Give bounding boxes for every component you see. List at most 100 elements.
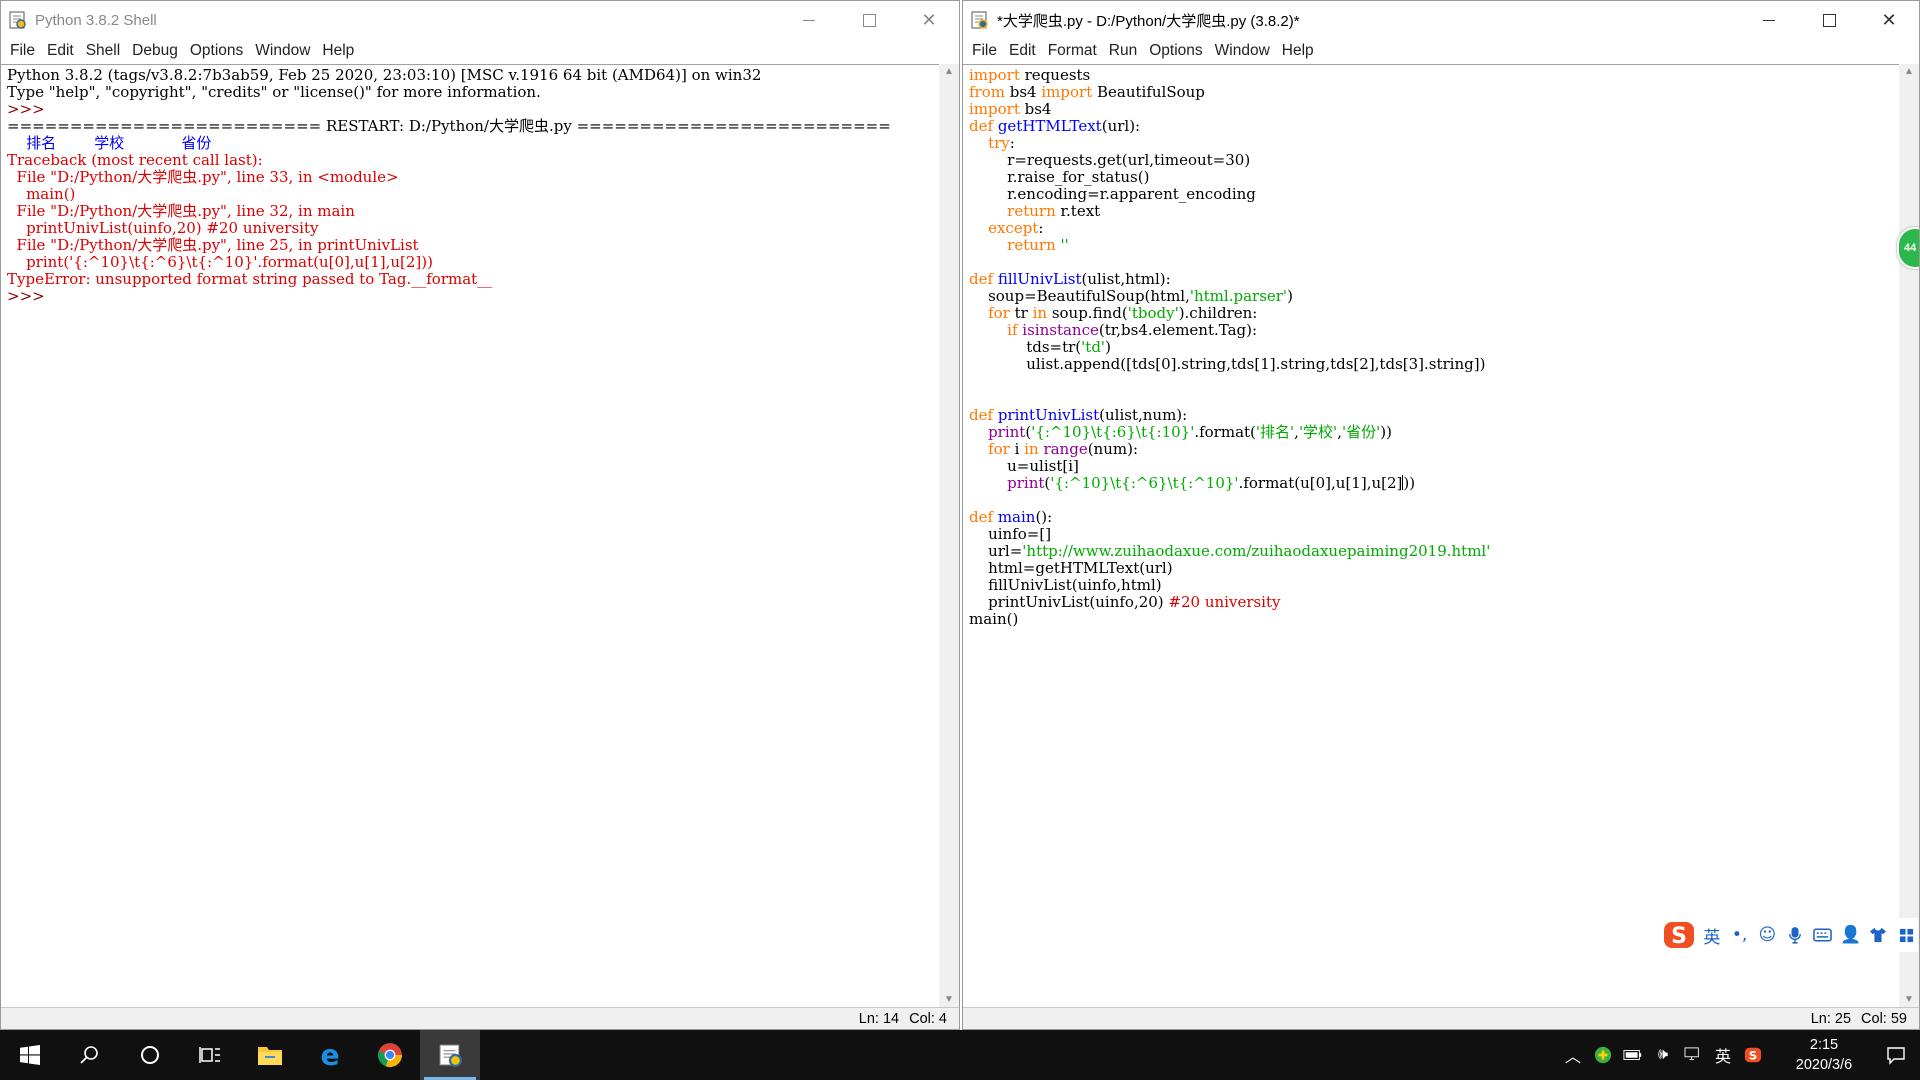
emoji-icon[interactable]: ☺	[1756, 921, 1780, 949]
shell-menu-file[interactable]: File	[4, 42, 41, 60]
editor-titlebar[interactable]: *大学爬虫.py - D:/Python/大学爬虫.py (3.8.2)* ✕	[963, 1, 1919, 39]
network-icon[interactable]	[1678, 1030, 1708, 1080]
shell-menu-window[interactable]: Window	[249, 42, 316, 60]
python-file-icon	[963, 1, 997, 39]
skin-shirt-icon[interactable]	[1867, 921, 1891, 949]
edge-browser-icon[interactable]: e	[300, 1030, 360, 1080]
code-token: uinfo=[]	[969, 525, 1052, 543]
user-icon[interactable]: 👤	[1839, 921, 1863, 949]
code-token: import	[1041, 83, 1093, 101]
python-shell-window[interactable]: Python 3.8.2 Shell ✕ File Edit Shell Debug O…	[0, 0, 960, 1030]
minimize-button[interactable]	[1739, 1, 1799, 39]
shell-line: printUnivList(uinfo,20) #20 university	[7, 219, 319, 237]
keyboard-icon[interactable]	[1811, 921, 1835, 949]
input-language-indicator[interactable]: 英	[1708, 1030, 1738, 1080]
shell-line: File "D:/Python/大学爬虫.py", line 32, in ma…	[7, 202, 355, 220]
code-token: range	[1043, 440, 1088, 458]
search-icon[interactable]	[60, 1030, 120, 1080]
shell-output-area[interactable]: Python 3.8.2 (tags/v3.8.2:7b3ab59, Feb 2…	[1, 64, 939, 1007]
code-token: :	[1038, 219, 1044, 237]
file-explorer-icon[interactable]	[240, 1030, 300, 1080]
battery-icon[interactable]	[1618, 1030, 1648, 1080]
scroll-up-icon[interactable]: ▲	[1904, 66, 1914, 77]
shell-line: >>>	[7, 287, 50, 305]
minimize-button[interactable]	[779, 1, 839, 39]
editor-menu-help[interactable]: Help	[1276, 42, 1320, 60]
code-editor-area[interactable]: import requests from bs4 import Beautiful…	[963, 64, 1899, 1007]
ime-punctuation-toggle[interactable]: •,	[1728, 921, 1752, 949]
toolbox-grid-icon[interactable]	[1894, 921, 1918, 949]
taskbar-clock[interactable]: 2:15 2020/3/6	[1776, 1035, 1872, 1075]
editor-menu-options[interactable]: Options	[1143, 42, 1208, 60]
code-line: soup=BeautifulSoup(html,'html.parser')	[969, 288, 1899, 305]
code-line: url='http://www.zuihaodaxue.com/zuihaoda…	[969, 543, 1899, 560]
start-button[interactable]	[0, 1030, 60, 1080]
editor-menu-file[interactable]: File	[966, 42, 1003, 60]
code-token: '{:^10}\t{:^6}\t{:^10}'	[1050, 474, 1239, 492]
microphone-icon[interactable]	[1783, 921, 1807, 949]
shell-line: Python 3.8.2 (tags/v3.8.2:7b3ab59, Feb 2…	[7, 66, 762, 84]
code-token: tr	[1009, 304, 1033, 322]
close-button[interactable]: ✕	[1859, 1, 1919, 39]
code-token: in	[1024, 440, 1039, 458]
scroll-down-icon[interactable]: ▼	[1904, 994, 1914, 1005]
editor-window[interactable]: *大学爬虫.py - D:/Python/大学爬虫.py (3.8.2)* ✕ …	[962, 0, 1920, 1030]
code-line: uinfo=[]	[969, 526, 1899, 543]
sogou-tray-icon[interactable]: S	[1738, 1030, 1768, 1080]
code-token: )	[1105, 338, 1111, 356]
shell-scrollbar[interactable]: ▲ ▼	[939, 64, 959, 1007]
notification-center-icon[interactable]	[1872, 1030, 1920, 1080]
code-token: soup.find(	[1047, 304, 1128, 322]
python-idle-icon	[1, 1, 35, 39]
shell-menu-options[interactable]: Options	[184, 42, 249, 60]
floating-badge[interactable]: 44	[1897, 227, 1919, 269]
maximize-button[interactable]	[839, 1, 899, 39]
code-token: (tr,bs4.element.Tag):	[1098, 321, 1258, 339]
code-token: tds=tr(	[969, 338, 1082, 356]
chrome-browser-icon[interactable]	[360, 1030, 420, 1080]
shell-line: TypeError: unsupported format string pas…	[7, 270, 493, 288]
editor-menu-edit[interactable]: Edit	[1003, 42, 1042, 60]
code-line: def fillUnivList(ulist,html):	[969, 271, 1899, 288]
ime-language-toggle[interactable]: 英	[1700, 921, 1724, 949]
cortana-icon[interactable]	[120, 1030, 180, 1080]
shell-menu-help[interactable]: Help	[316, 42, 360, 60]
chevron-up-icon[interactable]: ︿	[1558, 1030, 1588, 1080]
shell-output[interactable]: Python 3.8.2 (tags/v3.8.2:7b3ab59, Feb 2…	[1, 65, 939, 305]
code-token: (ulist,html):	[1081, 270, 1171, 288]
maximize-button[interactable]	[1799, 1, 1859, 39]
code-line: ulist.append([tds[0].string,tds[1].strin…	[969, 356, 1899, 373]
shell-menu-shell[interactable]: Shell	[80, 42, 126, 60]
code-line: printUnivList(uinfo,20) #20 university	[969, 594, 1899, 611]
python-idle-taskbar-icon[interactable]	[420, 1030, 480, 1080]
sogou-logo-icon[interactable]: S	[1662, 920, 1696, 950]
volume-icon[interactable]: 🕪	[1648, 1030, 1678, 1080]
code-line: def printUnivList(ulist,num):	[969, 407, 1899, 424]
editor-scrollbar[interactable]: ▲ ▼	[1899, 64, 1919, 1007]
task-view-icon[interactable]	[180, 1030, 240, 1080]
code-token: for	[988, 440, 1010, 458]
editor-menu-format[interactable]: Format	[1042, 42, 1103, 60]
security-shield-icon[interactable]	[1588, 1030, 1618, 1080]
ime-toolbar[interactable]: S 英 •, ☺ 👤	[1662, 918, 1918, 952]
svg-text:S: S	[1749, 1049, 1757, 1063]
code-token: def	[969, 117, 994, 135]
shell-line: File "D:/Python/大学爬虫.py", line 25, in pr…	[7, 236, 419, 254]
code-token: print	[988, 423, 1026, 441]
system-tray: ︿ 🕪 英 S 2:15 2020/3/6	[1558, 1030, 1920, 1080]
scroll-down-icon[interactable]: ▼	[944, 994, 954, 1005]
code-token: ulist.append([tds[0].string,tds[1].strin…	[969, 355, 1486, 373]
editor-menu-window[interactable]: Window	[1209, 42, 1276, 60]
close-button[interactable]: ✕	[899, 1, 959, 39]
code-text[interactable]: import requests from bs4 import Beautiful…	[963, 65, 1899, 628]
editor-menu-run[interactable]: Run	[1103, 42, 1143, 60]
code-token: #20 university	[1168, 593, 1281, 611]
shell-menu-edit[interactable]: Edit	[41, 42, 80, 60]
code-token: 'tbody'	[1127, 304, 1179, 322]
scroll-up-icon[interactable]: ▲	[944, 66, 954, 77]
code-line: return r.text	[969, 203, 1899, 220]
shell-menu-debug[interactable]: Debug	[126, 42, 184, 60]
shell-titlebar[interactable]: Python 3.8.2 Shell ✕	[1, 1, 959, 39]
code-token: printUnivList	[997, 406, 1100, 424]
